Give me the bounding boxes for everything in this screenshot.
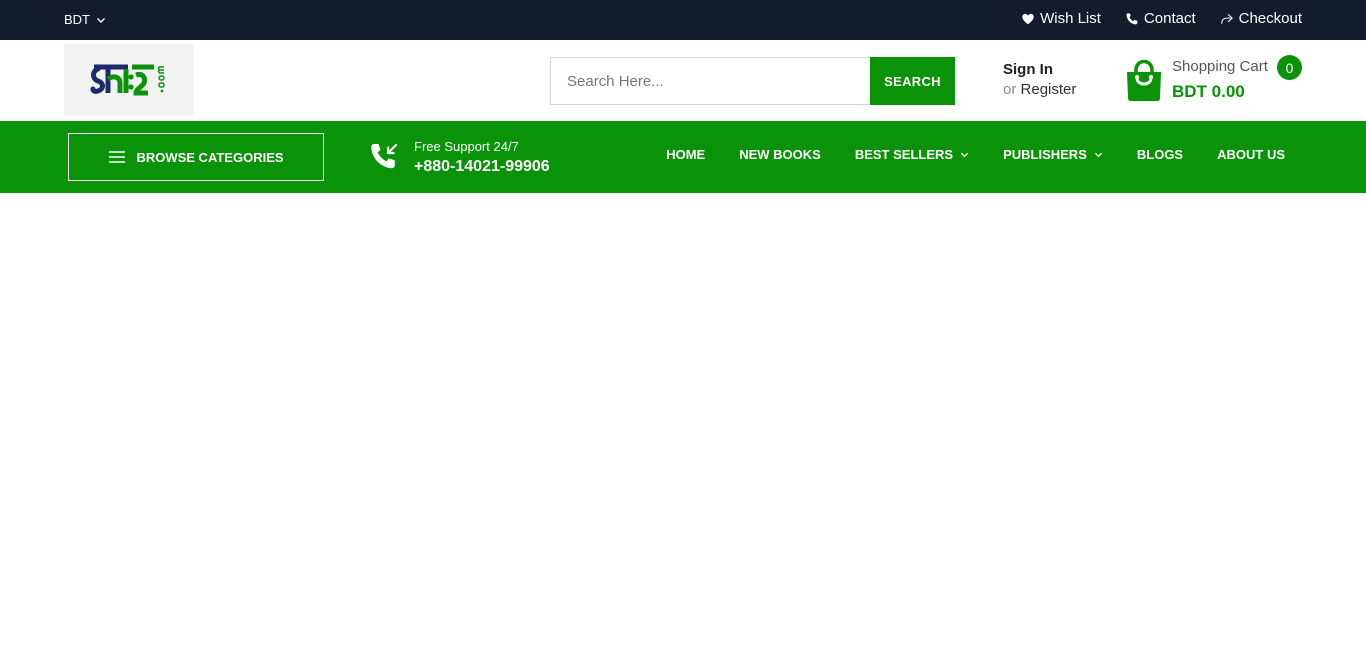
shopping-bag-icon <box>1127 59 1161 101</box>
hamburger-icon <box>109 151 126 163</box>
support-text: Free Support 24/7 +880-14021-99906 <box>414 137 550 177</box>
top-bar: BDT Wish List Contact Checkout <box>0 0 1366 40</box>
main-menu: HOME NEW BOOKS BEST SELLERS PUBLISHERS B… <box>666 147 1285 162</box>
browse-categories-label: BROWSE CATEGORIES <box>136 149 284 165</box>
menu-publishers-label: PUBLISHERS <box>1003 147 1087 162</box>
support-label: Free Support 24/7 <box>414 139 519 154</box>
search-bar: SEARCH <box>550 57 955 105</box>
phone-icon <box>1126 12 1138 24</box>
register-link[interactable]: Register <box>1021 81 1077 98</box>
share-arrow-icon <box>1220 13 1233 24</box>
chevron-down-icon <box>1094 152 1102 158</box>
cart-label: Shopping Cart <box>1172 58 1268 75</box>
search-button[interactable]: SEARCH <box>870 57 955 105</box>
checkout-label: Checkout <box>1238 10 1302 27</box>
menu-home[interactable]: HOME <box>666 147 705 162</box>
shopping-cart[interactable]: Shopping Cart 0 BDT 0.00 <box>1124 54 1304 106</box>
phone-incoming-icon <box>371 143 398 169</box>
page-content-area <box>0 193 1366 651</box>
menu-home-label: HOME <box>666 147 706 162</box>
top-links: Wish List Contact Checkout <box>1021 10 1302 27</box>
menu-about-us[interactable]: ABOUT US <box>1217 147 1285 162</box>
menu-new-books-label: NEW BOOKS <box>739 147 821 162</box>
menu-best-sellers[interactable]: BEST SELLERS <box>855 147 969 162</box>
contact-link[interactable]: Contact <box>1125 10 1196 27</box>
menu-new-books[interactable]: NEW BOOKS <box>739 147 821 162</box>
contact-label: Contact <box>1143 10 1196 27</box>
support-phone[interactable]: +880-14021-99906 <box>414 157 550 177</box>
menu-best-sellers-label: BEST SELLERS <box>854 147 954 162</box>
checkout-link[interactable]: Checkout <box>1220 10 1302 27</box>
main-navigation: BROWSE CATEGORIES Free Support 24/7 +880… <box>0 121 1366 193</box>
heart-icon <box>1022 13 1034 24</box>
currency-label: BDT <box>64 12 90 27</box>
menu-blogs[interactable]: BLOGS <box>1137 147 1183 162</box>
browse-categories-button[interactable]: BROWSE CATEGORIES <box>68 133 324 181</box>
menu-blogs-label: BLOGS <box>1136 147 1184 162</box>
sign-in-link[interactable]: Sign In <box>1003 60 1076 80</box>
wishlist-label: Wish List <box>1040 10 1101 27</box>
site-logo[interactable] <box>64 44 194 116</box>
register-line: or Register <box>1003 81 1076 98</box>
or-text: or <box>1003 81 1017 98</box>
main-header: SEARCH Sign In or Register Shopping Cart… <box>0 40 1366 121</box>
chevron-down-icon <box>97 17 105 23</box>
logo-mark <box>90 64 165 96</box>
cart-total: BDT 0.00 <box>1172 82 1245 101</box>
cart-count-badge: 0 <box>1277 55 1302 80</box>
support-info: Free Support 24/7 +880-14021-99906 <box>368 137 550 177</box>
menu-publishers[interactable]: PUBLISHERS <box>1003 147 1103 162</box>
search-input[interactable] <box>550 57 870 105</box>
account-links: Sign In or Register <box>1003 60 1076 100</box>
chevron-down-icon <box>960 152 969 158</box>
menu-about-us-label: ABOUT US <box>1217 147 1285 162</box>
wishlist-link[interactable]: Wish List <box>1021 10 1101 27</box>
currency-selector[interactable]: BDT <box>64 12 106 27</box>
